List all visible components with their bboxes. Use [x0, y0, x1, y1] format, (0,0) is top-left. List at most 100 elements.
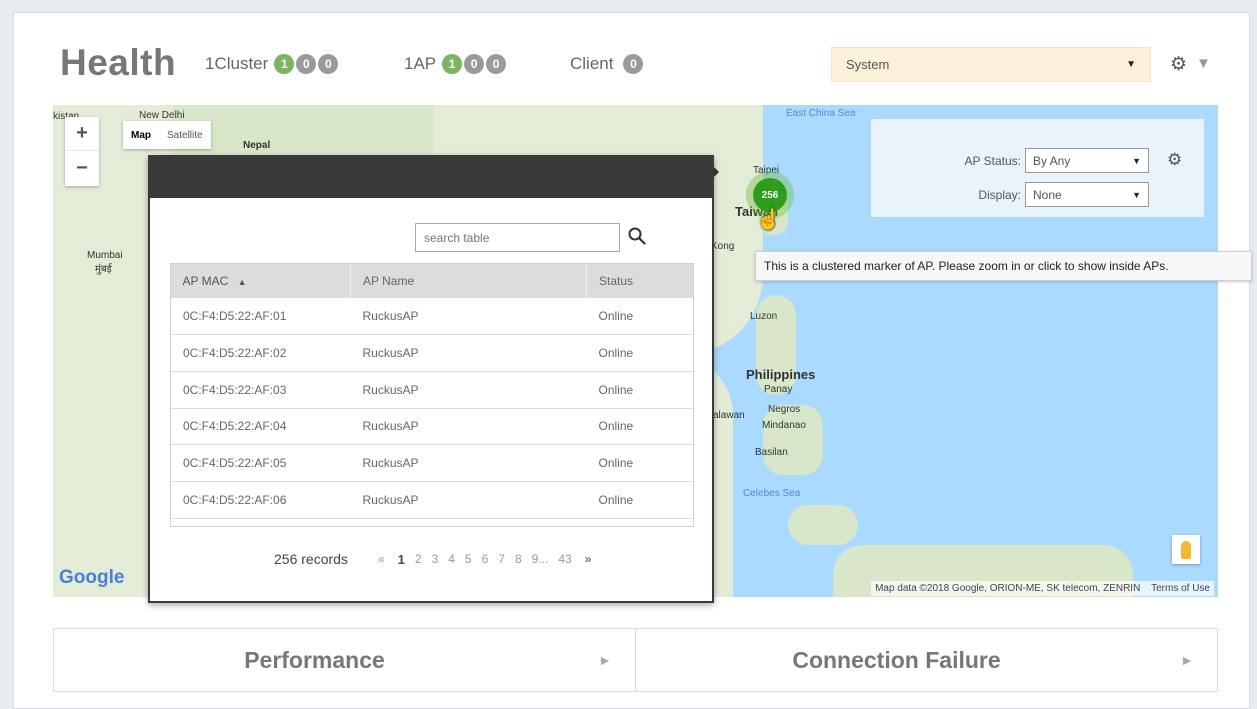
terms-of-use-link[interactable]: Terms of Use	[1151, 583, 1210, 594]
expand-arrow-icon: ►	[598, 652, 612, 668]
map-attribution: Map data ©2018 Google, ORION-ME, SK tele…	[871, 581, 1214, 596]
system-select-value: System	[846, 57, 890, 72]
cluster-stat: 1Cluster 1 0 0	[205, 54, 340, 74]
cluster-label: 1Cluster	[205, 54, 269, 73]
prev-page-button[interactable]: «	[378, 552, 385, 566]
row-ap-name: RuckusAP	[350, 334, 587, 372]
page-1-button[interactable]: 1	[398, 552, 405, 567]
search-table-input[interactable]	[415, 223, 620, 252]
ap-table: AP MAC ▲ AP Name Status 0C:F4:D5:22:AF:0…	[170, 263, 694, 519]
page-7-button[interactable]: 7	[498, 552, 505, 566]
row-ap-mac: 0C:F4:D5:22:AF:04	[170, 408, 351, 446]
display-select[interactable]: None ▼	[1025, 182, 1149, 207]
row-status: Online	[586, 334, 694, 372]
chevron-down-icon: ▼	[1132, 189, 1141, 200]
map-type-map-button[interactable]: Map	[123, 130, 159, 141]
pagination: 256 records « 1 2 3 4 5 6 7 8 9... 43 »	[274, 551, 599, 567]
page-ellipsis-button[interactable]: 9...	[532, 552, 549, 566]
map-label-celebes-sea: Celebes Sea	[743, 488, 801, 499]
map-label-luzon: Luzon	[750, 311, 778, 322]
row-ap-mac: 0C:F4:D5:22:AF:01	[170, 298, 351, 336]
chevron-down-icon: ▼	[1132, 155, 1141, 166]
column-ap-mac[interactable]: AP MAC ▲	[170, 263, 351, 298]
ap-list-popup: AP MAC ▲ AP Name Status 0C:F4:D5:22:AF:0…	[148, 155, 714, 603]
map-label-panay: Panay	[764, 384, 793, 395]
gear-icon[interactable]: ⚙	[1170, 53, 1187, 76]
ap-status-select[interactable]: By Any ▼	[1025, 148, 1149, 173]
page-title: Health	[60, 42, 177, 83]
google-logo: Google	[59, 567, 125, 588]
column-status[interactable]: Status	[586, 263, 694, 298]
page-8-button[interactable]: 8	[515, 552, 522, 566]
zoom-in-button[interactable]: +	[65, 117, 99, 151]
cluster-flagged-pill[interactable]: 0	[296, 54, 317, 74]
map-label-philippines: Philippines	[746, 367, 816, 382]
ap-stat: 1AP 1 0 0	[404, 54, 508, 74]
map-label-new-delhi: New Delhi	[139, 110, 185, 121]
zoom-out-button[interactable]: −	[65, 151, 99, 185]
display-label: Display:	[978, 187, 1021, 202]
page-6-button[interactable]: 6	[482, 552, 489, 566]
system-select[interactable]: System ▼	[831, 47, 1151, 82]
client-label: Client	[570, 54, 614, 73]
row-ap-mac: 0C:F4:D5:22:AF:02	[170, 334, 351, 372]
display-value: None	[1033, 187, 1062, 202]
page-3-button[interactable]: 3	[432, 552, 439, 566]
row-ap-name: RuckusAP	[350, 481, 587, 519]
map-label-basilan: Basilan	[755, 447, 788, 458]
ap-status-row: AP Status: By Any ▼	[871, 148, 1149, 173]
page-4-button[interactable]: 4	[448, 552, 455, 566]
map-label-nepal: Nepal	[243, 140, 271, 151]
column-ap-mac-label: AP MAC	[182, 273, 229, 288]
row-ap-name: RuckusAP	[350, 408, 587, 446]
row-ap-mac: 0C:F4:D5:22:AF:06	[170, 481, 351, 519]
cluster-offline-pill[interactable]: 0	[318, 54, 339, 74]
next-page-button[interactable]: »	[585, 552, 592, 566]
performance-tab-label: Performance	[244, 646, 385, 673]
performance-tab[interactable]: Performance ►	[53, 628, 636, 692]
map-type-satellite-button[interactable]: Satellite	[159, 130, 211, 141]
table-row[interactable]: 0C:F4:D5:22:AF:04 RuckusAP Online	[170, 408, 694, 446]
page-2-button[interactable]: 2	[415, 552, 422, 566]
row-status: Online	[586, 444, 694, 482]
map-type-control: Map Satellite	[123, 121, 211, 149]
search-icon[interactable]	[628, 227, 646, 245]
filter-gear-icon[interactable]: ⚙	[1167, 150, 1182, 170]
table-row[interactable]: 0C:F4:D5:22:AF:06 RuckusAP Online	[170, 481, 694, 519]
map-label-mumbai: Mumbai	[87, 250, 123, 261]
caret-down-icon[interactable]: ▼	[1196, 55, 1211, 72]
ap-status-value: By Any	[1033, 153, 1071, 168]
map-data-text: Map data ©2018 Google, ORION-ME, SK tele…	[875, 583, 1141, 594]
ap-label: 1AP	[404, 54, 437, 73]
row-ap-name: RuckusAP	[350, 371, 587, 409]
ap-flagged-pill[interactable]: 0	[464, 54, 485, 74]
ap-status-label: AP Status:	[964, 153, 1021, 168]
table-row[interactable]: 0C:F4:D5:22:AF:02 RuckusAP Online	[170, 334, 694, 372]
ap-online-pill[interactable]: 1	[442, 54, 463, 74]
table-row[interactable]: 0C:F4:D5:22:AF:03 RuckusAP Online	[170, 371, 694, 409]
column-ap-name[interactable]: AP Name	[350, 263, 587, 298]
map-label-mumbai-local: मुंबई	[95, 264, 112, 275]
client-count-pill[interactable]: 0	[623, 54, 644, 74]
row-status: Online	[586, 481, 694, 519]
street-view-pegman-icon[interactable]	[1172, 535, 1200, 564]
client-stat: Client 0	[570, 54, 645, 74]
chevron-down-icon: ▼	[1126, 59, 1136, 70]
page-5-button[interactable]: 5	[465, 552, 472, 566]
records-count: 256 records	[274, 551, 348, 567]
row-ap-name: RuckusAP	[350, 444, 587, 482]
cluster-online-pill[interactable]: 1	[274, 54, 295, 74]
connection-failure-tab[interactable]: Connection Failure ►	[635, 628, 1218, 692]
table-row[interactable]: 0C:F4:D5:22:AF:01 RuckusAP Online	[170, 298, 694, 336]
row-ap-mac: 0C:F4:D5:22:AF:03	[170, 371, 351, 409]
table-row[interactable]: 0C:F4:D5:22:AF:05 RuckusAP Online	[170, 444, 694, 482]
map-label-mindanao: Mindanao	[762, 420, 806, 431]
cluster-tooltip: This is a clustered marker of AP. Please…	[755, 251, 1252, 281]
row-ap-name: RuckusAP	[350, 298, 587, 336]
ap-offline-pill[interactable]: 0	[486, 54, 507, 74]
row-status: Online	[586, 298, 694, 336]
row-ap-mac: 0C:F4:D5:22:AF:05	[170, 444, 351, 482]
map-label-east-china-sea: East China Sea	[786, 108, 856, 119]
page-last-button[interactable]: 43	[558, 552, 571, 566]
map-label-negros: Negros	[768, 404, 801, 415]
